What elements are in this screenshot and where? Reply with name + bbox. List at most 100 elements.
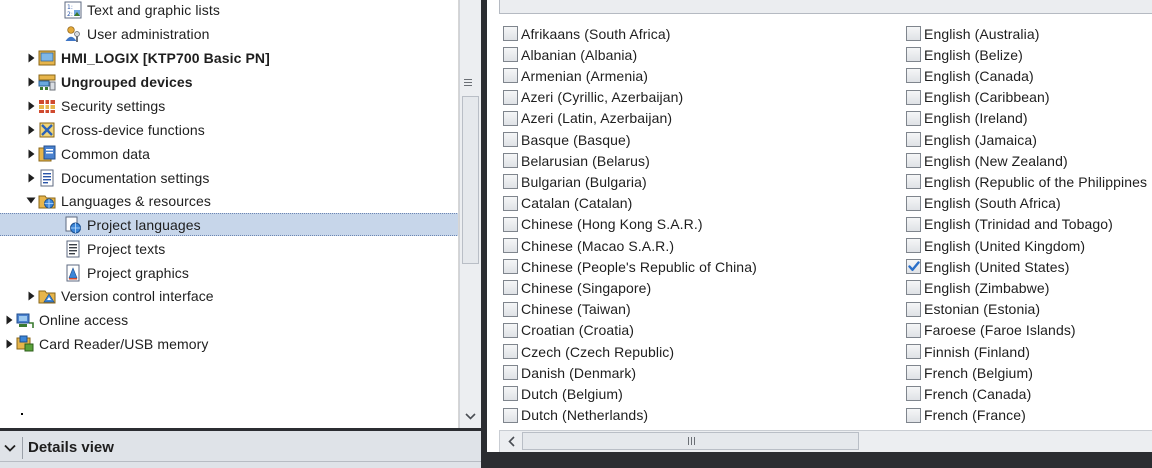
- expand-arrow-icon[interactable]: [24, 99, 38, 113]
- tree-item[interactable]: Version control interface: [0, 284, 458, 307]
- expand-arrow-icon[interactable]: [2, 313, 16, 327]
- language-option[interactable]: Croatian (Croatia): [503, 320, 634, 341]
- language-option[interactable]: English (Republic of the Philippines: [906, 171, 1147, 192]
- tree-item[interactable]: Project graphics: [0, 261, 458, 284]
- expand-arrow-icon[interactable]: [24, 123, 38, 137]
- language-option[interactable]: Chinese (Macao S.A.R.): [503, 235, 674, 256]
- expand-arrow-icon[interactable]: [24, 289, 38, 303]
- tree-item[interactable]: Online access: [0, 308, 458, 331]
- tree-item[interactable]: 1: 2: Text and graphic lists: [0, 0, 458, 21]
- checkbox[interactable]: [906, 174, 921, 190]
- checkbox[interactable]: [906, 322, 921, 338]
- language-option[interactable]: English (Jamaica): [906, 129, 1037, 150]
- language-option[interactable]: French (France): [906, 405, 1026, 426]
- language-option[interactable]: Chinese (People's Republic of China): [503, 256, 757, 277]
- language-option[interactable]: English (New Zealand): [906, 150, 1068, 171]
- checkbox[interactable]: [503, 259, 518, 275]
- language-option[interactable]: English (Canada): [906, 65, 1034, 86]
- language-option[interactable]: English (Ireland): [906, 108, 1028, 129]
- language-option[interactable]: Dutch (Belgium): [503, 383, 623, 404]
- language-option[interactable]: English (Caribbean): [906, 87, 1050, 108]
- collapse-chevron-icon[interactable]: [0, 444, 20, 452]
- tree-vertical-scrollbar[interactable]: [459, 0, 481, 428]
- language-option[interactable]: Faroese (Faroe Islands): [906, 320, 1076, 341]
- checkbox[interactable]: [503, 216, 518, 232]
- checkbox[interactable]: [503, 26, 518, 41]
- collapse-arrow-icon[interactable]: [24, 194, 38, 208]
- tree-item[interactable]: Security settings: [0, 94, 458, 117]
- checkbox[interactable]: [503, 153, 518, 169]
- checkbox[interactable]: [906, 365, 921, 381]
- checkbox[interactable]: [503, 110, 518, 126]
- language-option[interactable]: Chinese (Hong Kong S.A.R.): [503, 214, 703, 235]
- checkbox[interactable]: [503, 322, 518, 338]
- scroll-left-button[interactable]: [502, 432, 520, 450]
- checkbox[interactable]: [503, 47, 518, 63]
- expand-arrow-icon[interactable]: [24, 147, 38, 161]
- tree-item[interactable]: Documentation settings: [0, 166, 458, 189]
- checkbox[interactable]: [906, 344, 921, 359]
- checkbox[interactable]: [906, 301, 921, 317]
- language-option[interactable]: Belarusian (Belarus): [503, 150, 650, 171]
- language-list-horizontal-scrollbar[interactable]: [499, 430, 1152, 452]
- checkbox[interactable]: [906, 195, 921, 211]
- checkbox[interactable]: [503, 132, 518, 147]
- checkbox[interactable]: [503, 195, 518, 211]
- checkbox[interactable]: [906, 68, 921, 84]
- checkbox[interactable]: [503, 301, 518, 317]
- expand-arrow-icon[interactable]: [24, 75, 38, 89]
- language-option[interactable]: Catalan (Catalan): [503, 193, 632, 214]
- language-option[interactable]: French (Canada): [906, 383, 1031, 404]
- language-option[interactable]: English (United States): [906, 256, 1069, 277]
- language-option[interactable]: Azeri (Cyrillic, Azerbaijan): [503, 87, 683, 108]
- tree-item[interactable]: HMI_LOGIX [KTP700 Basic PN]: [0, 46, 458, 69]
- tree-item[interactable]: Languages & resources: [0, 189, 458, 212]
- tree-item[interactable]: Ungrouped devices: [0, 70, 458, 93]
- expand-arrow-icon[interactable]: [24, 51, 38, 65]
- horizontal-scroll-thumb[interactable]: [522, 432, 859, 450]
- language-option[interactable]: Armenian (Armenia): [503, 65, 648, 86]
- language-option[interactable]: Chinese (Singapore): [503, 277, 651, 298]
- checkbox[interactable]: [503, 344, 518, 359]
- checkbox[interactable]: [906, 238, 921, 253]
- language-option[interactable]: Azeri (Latin, Azerbaijan): [503, 108, 672, 129]
- checkbox[interactable]: [906, 386, 921, 402]
- language-option[interactable]: Afrikaans (South Africa): [503, 23, 670, 44]
- checkbox[interactable]: [906, 89, 921, 105]
- language-option[interactable]: Dutch (Netherlands): [503, 405, 648, 426]
- checkbox[interactable]: [906, 110, 921, 126]
- checkbox[interactable]: [906, 47, 921, 63]
- checkbox[interactable]: [503, 386, 518, 402]
- language-option[interactable]: Chinese (Taiwan): [503, 299, 631, 320]
- tree-item[interactable]: Cross-device functions: [0, 118, 458, 141]
- checkbox[interactable]: [906, 407, 921, 423]
- tree-scroll-thumb[interactable]: [462, 96, 479, 264]
- checkbox[interactable]: [906, 216, 921, 232]
- checkbox[interactable]: [503, 68, 518, 84]
- details-view-header[interactable]: Details view: [0, 434, 484, 462]
- tree-item[interactable]: User administration: [0, 22, 458, 45]
- language-option[interactable]: French (Belgium): [906, 362, 1033, 383]
- checkbox[interactable]: [503, 280, 518, 296]
- language-option[interactable]: English (Belize): [906, 44, 1023, 65]
- checkbox[interactable]: [503, 238, 518, 253]
- checkbox[interactable]: [906, 280, 921, 296]
- checkbox[interactable]: [503, 89, 518, 105]
- tree-item[interactable]: Project texts: [0, 237, 458, 260]
- checkbox[interactable]: [906, 26, 921, 41]
- checkbox[interactable]: [503, 174, 518, 190]
- tree-item[interactable]: Common data: [0, 142, 458, 165]
- language-option[interactable]: Basque (Basque): [503, 129, 631, 150]
- checkbox[interactable]: [503, 407, 518, 423]
- expand-arrow-icon[interactable]: [2, 337, 16, 351]
- language-option[interactable]: Estonian (Estonia): [906, 299, 1040, 320]
- language-option[interactable]: English (Australia): [906, 23, 1040, 44]
- language-option[interactable]: English (United Kingdom): [906, 235, 1085, 256]
- checkbox[interactable]: [503, 365, 518, 381]
- tree-item[interactable]: Project languages: [0, 213, 458, 236]
- checkbox[interactable]: [906, 132, 921, 147]
- language-option[interactable]: Bulgarian (Bulgaria): [503, 171, 647, 192]
- language-option[interactable]: English (Zimbabwe): [906, 277, 1050, 298]
- scroll-down-button[interactable]: [462, 406, 479, 426]
- language-option[interactable]: Finnish (Finland): [906, 341, 1030, 362]
